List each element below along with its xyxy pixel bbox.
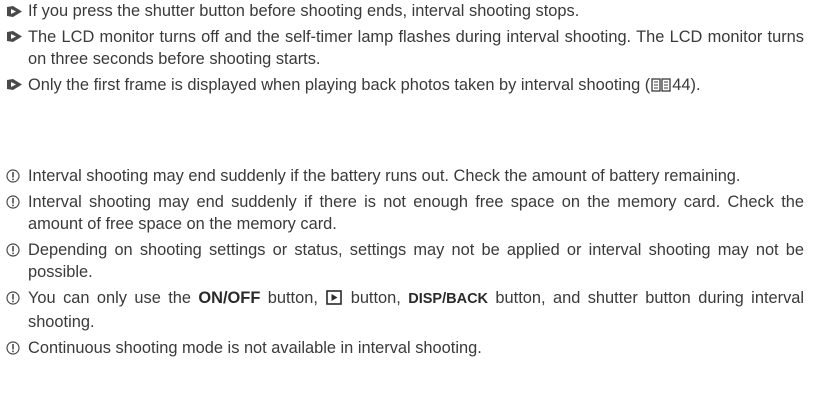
caution-item: Continuous shooting mode is not availabl… xyxy=(0,337,826,360)
caution-text: Depending on shooting settings or status… xyxy=(28,240,804,282)
caution-icon xyxy=(6,337,24,359)
caution-icon xyxy=(6,239,24,261)
caution-icon xyxy=(6,165,24,187)
page-reference[interactable]: 44 xyxy=(672,76,690,94)
disp-back-button-label: DISP/BACK xyxy=(408,290,489,307)
pencil-note-icon xyxy=(6,74,24,96)
caution-text: Interval shooting may end suddenly if th… xyxy=(28,192,804,234)
caution-text: button, xyxy=(343,288,409,307)
note-text: If you press the shutter button before s… xyxy=(28,2,580,20)
note-item: The LCD monitor turns off and the self-t… xyxy=(0,26,826,71)
caution-item: Depending on shooting settings or status… xyxy=(0,239,826,284)
note-text: The LCD monitor turns off and the self-t… xyxy=(28,27,804,69)
onoff-button-label: ON/OFF xyxy=(198,288,261,307)
caution-text: Continuous shooting mode is not availabl… xyxy=(28,338,482,357)
caution-icon xyxy=(6,191,24,213)
cautions-list: Interval shooting may end suddenly if th… xyxy=(0,165,826,362)
note-item: Only the first frame is displayed when p… xyxy=(0,74,826,99)
pencil-note-icon xyxy=(6,26,24,48)
manual-book-icon xyxy=(651,76,671,99)
notes-list: If you press the shutter button before s… xyxy=(0,0,826,101)
note-item: If you press the shutter button before s… xyxy=(0,0,826,23)
caution-item: Interval shooting may end suddenly if th… xyxy=(0,165,826,188)
pencil-note-icon xyxy=(6,0,24,22)
note-text-end: ). xyxy=(690,75,701,94)
manual-page: If you press the shutter button before s… xyxy=(0,0,826,419)
note-text: Only the first frame is displayed when p… xyxy=(28,75,651,94)
caution-item: Interval shooting may end suddenly if th… xyxy=(0,191,826,236)
caution-icon xyxy=(6,287,24,309)
caution-item: You can only use the ON/OFF button, butt… xyxy=(0,287,826,334)
caution-text: You can only use the xyxy=(28,288,199,307)
caution-text: button, xyxy=(260,288,326,307)
playback-button-icon xyxy=(326,289,343,312)
caution-text: Interval shooting may end suddenly if th… xyxy=(28,167,741,185)
